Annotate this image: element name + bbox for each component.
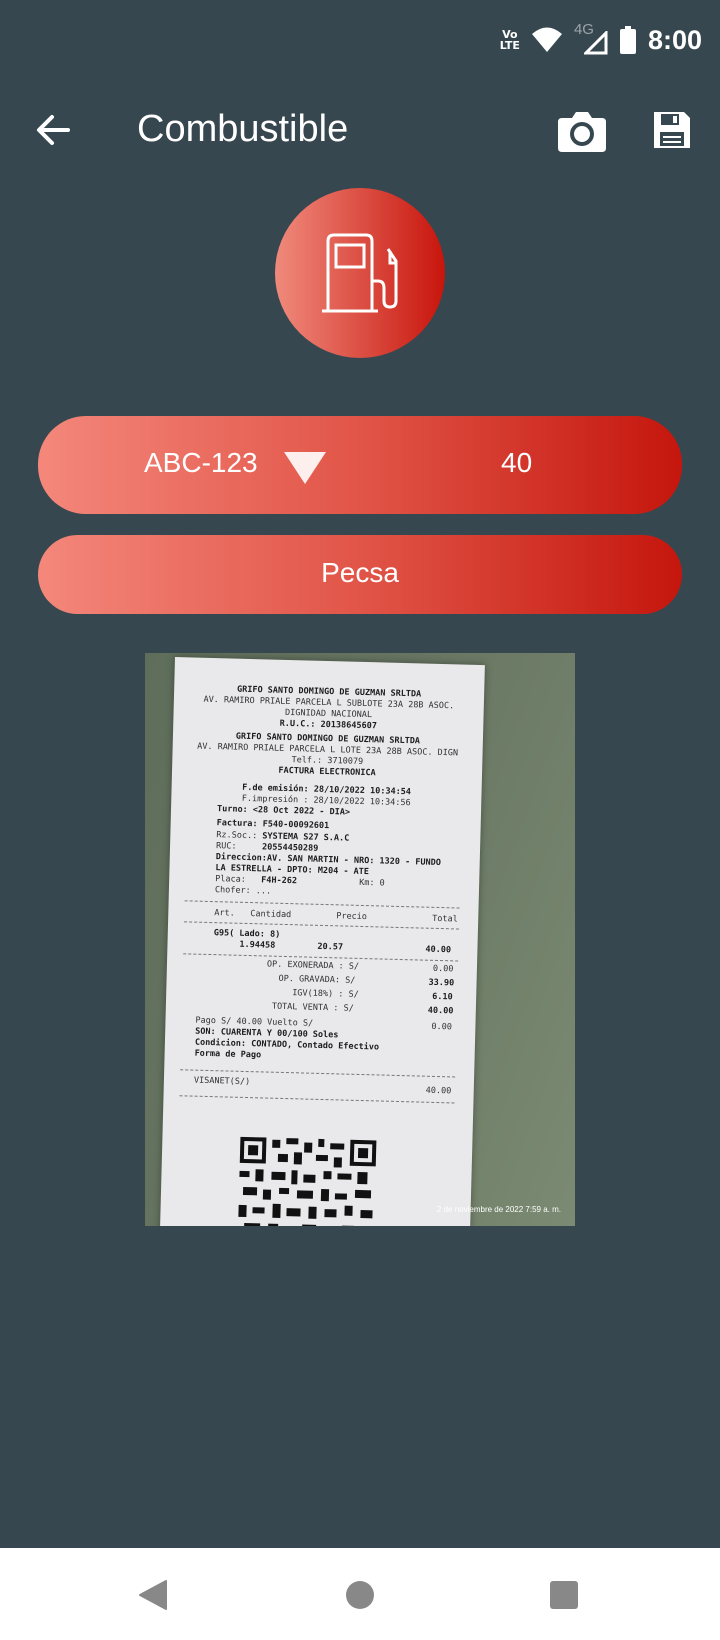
save-button[interactable] xyxy=(652,110,696,154)
receipt-col-price: Precio xyxy=(336,911,368,923)
receipt-igv: 6.10 xyxy=(432,991,453,1003)
receipt-item-price: 20.57 xyxy=(317,941,344,953)
amount-input[interactable]: 40 xyxy=(501,447,532,479)
receipt-exonerada-label: OP. EXONERADA : S/ xyxy=(266,959,360,972)
receipt-exonerada: 0.00 xyxy=(432,963,454,975)
triangle-back-icon xyxy=(139,1580,167,1610)
navigation-bar xyxy=(0,1548,720,1640)
receipt-item-qty: 1.94458 xyxy=(239,939,276,951)
receipt-col-total: Total xyxy=(432,913,458,925)
arrow-back-icon xyxy=(37,115,70,145)
receipt-item: G95( Lado: 8) xyxy=(213,928,281,940)
page-title: Combustible xyxy=(137,108,349,150)
camera-icon xyxy=(558,112,606,152)
receipt-forma: Forma de Pago xyxy=(194,1048,262,1061)
dropdown-arrow-icon[interactable] xyxy=(284,452,326,484)
receipt-divider xyxy=(179,1095,455,1104)
app-bar: Combustible xyxy=(0,88,720,176)
battery-icon xyxy=(619,26,636,54)
fuel-avatar xyxy=(275,188,445,358)
gas-pump-icon xyxy=(322,233,398,313)
receipt-visanet-label: VISANET(S/) xyxy=(193,1075,251,1088)
volte-icon: Vo LTE xyxy=(500,29,520,51)
vehicle-plate-select[interactable]: ABC-123 xyxy=(144,447,258,479)
receipt-driver: Chofer: ... xyxy=(214,885,272,897)
receipt-ruc2-label: RUC: xyxy=(215,841,237,852)
receipt-gravada: 33.90 xyxy=(428,977,455,989)
receipt-item-total: 40.00 xyxy=(425,944,452,956)
square-recents-icon xyxy=(550,1581,578,1609)
receipt-paper: GRIFO SANTO DOMINGO DE GUZMAN SRLTDA AV.… xyxy=(159,657,485,1226)
receipt-shift: Turno: <28 Oct 2022 - DIA> xyxy=(216,804,351,818)
receipt-plate-label: Placa: xyxy=(215,874,247,885)
receipt-divider xyxy=(184,900,460,909)
receipt-plate: F4H-262 xyxy=(261,875,298,887)
provider-label: Pecsa xyxy=(321,557,399,588)
receipt-vuelto: 0.00 xyxy=(431,1021,453,1033)
save-icon xyxy=(654,112,690,148)
nav-back-button[interactable] xyxy=(128,1570,178,1620)
receipt-gravada-label: OP. GRAVADA: S/ xyxy=(278,973,356,986)
receipt-km: Km: 0 xyxy=(359,877,385,889)
camera-button[interactable] xyxy=(556,110,608,154)
receipt-col-art: Art. xyxy=(214,908,235,919)
volte-line2: LTE xyxy=(499,39,520,52)
receipt-total-label: TOTAL VENTA : S/ xyxy=(271,1001,354,1014)
photo-timestamp: 2 de noviembre de 2022 7:59 a. m. xyxy=(436,1205,561,1214)
provider-field[interactable]: Pecsa xyxy=(38,535,682,614)
back-button[interactable] xyxy=(32,108,76,152)
nav-home-button[interactable] xyxy=(335,1570,385,1620)
vehicle-amount-field: ABC-123 40 xyxy=(38,416,682,514)
clock: 8:00 xyxy=(647,24,702,55)
receipt-total: 40.00 xyxy=(427,1005,454,1017)
receipt-igv-label: IGV(18%) : S/ xyxy=(292,988,359,1000)
status-bar: Vo LTE 4G 8:00 xyxy=(0,0,720,80)
receipt-col-qty: Cantidad xyxy=(250,909,292,921)
qr-code xyxy=(235,1134,379,1226)
nav-recents-button[interactable] xyxy=(539,1570,589,1620)
circle-home-icon xyxy=(346,1581,374,1609)
cellular-signal-icon: 4G xyxy=(574,21,608,55)
wifi-icon xyxy=(531,27,562,52)
receipt-visanet: 40.00 xyxy=(425,1085,452,1097)
receipt-photo[interactable]: GRIFO SANTO DOMINGO DE GUZMAN SRLTDA AV.… xyxy=(145,653,575,1226)
